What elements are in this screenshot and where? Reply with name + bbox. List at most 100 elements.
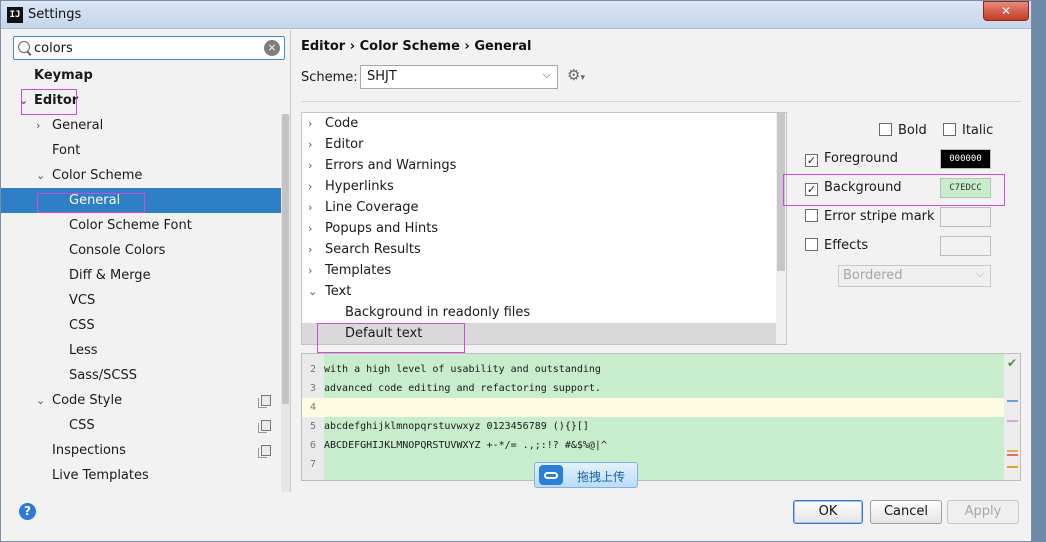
help-icon[interactable]: ? xyxy=(19,503,36,520)
line-number: 6 xyxy=(310,440,317,451)
attribute-item-editor[interactable]: › Editor xyxy=(302,134,786,155)
attribute-item-templates[interactable]: › Templates xyxy=(302,260,786,281)
chevron-right-icon[interactable]: › xyxy=(308,113,312,134)
attributes-scrollbar-thumb[interactable] xyxy=(777,113,785,271)
attribute-item-popups-and-hints[interactable]: › Popups and Hints xyxy=(302,218,786,239)
attribute-item-code[interactable]: › Code xyxy=(302,113,786,134)
attribute-label: Line Coverage xyxy=(325,200,419,215)
upload-label: 拖拽上传 xyxy=(577,470,626,484)
attributes-scrollbar[interactable] xyxy=(776,113,786,344)
search-input[interactable] xyxy=(34,39,259,57)
effect-type-dropdown[interactable]: Bordered ⌵ xyxy=(838,265,991,287)
foreground-option[interactable]: ✓ Foreground xyxy=(805,149,898,169)
effects-color-swatch[interactable] xyxy=(940,236,991,256)
scheme-dropdown[interactable]: SHJT ⌵ xyxy=(360,65,558,89)
sidebar-item-css[interactable]: CSS xyxy=(1,413,281,438)
separator xyxy=(301,101,1021,102)
error-stripe-checkbox[interactable] xyxy=(805,209,818,222)
chevron-down-icon[interactable]: ⌄ xyxy=(36,163,45,188)
sidebar-item-keymap[interactable]: Keymap xyxy=(1,63,281,88)
settings-sidebar: × Keymap ⌄ Editor › General Font ⌄ Color Scheme… xyxy=(1,30,291,492)
chevron-right-icon[interactable]: › xyxy=(308,197,312,218)
sidebar-item-label: Less xyxy=(69,343,98,358)
chevron-right-icon[interactable]: › xyxy=(308,176,312,197)
chevron-right-icon[interactable]: › xyxy=(308,260,312,281)
sidebar-item-label: Color Scheme Font xyxy=(69,218,192,233)
attribute-item-line-coverage[interactable]: › Line Coverage xyxy=(302,197,786,218)
sidebar-item-label: Font xyxy=(52,143,81,158)
sidebar-scrollbar-thumb[interactable] xyxy=(282,114,289,404)
sidebar-item-label: Color Scheme xyxy=(52,168,143,183)
foreground-color-swatch[interactable]: 000000 xyxy=(940,149,991,169)
sidebar-item-css[interactable]: CSS xyxy=(1,313,281,338)
apply-button[interactable]: Apply xyxy=(947,500,1019,524)
clear-search-icon[interactable]: × xyxy=(264,40,280,56)
project-scheme-icon xyxy=(258,395,271,408)
italic-option[interactable]: Italic xyxy=(943,121,993,141)
sidebar-item-general[interactable]: › General xyxy=(1,113,281,138)
sidebar-item-vcs[interactable]: VCS xyxy=(1,288,281,313)
sidebar-item-color-scheme[interactable]: ⌄ Color Scheme xyxy=(1,163,281,188)
window-title: Settings xyxy=(28,7,82,22)
error-stripe-color-swatch[interactable] xyxy=(940,207,991,227)
chevron-right-icon[interactable]: › xyxy=(308,218,312,239)
sidebar-item-code-style[interactable]: ⌄ Code Style xyxy=(1,388,281,413)
code-preview[interactable]: 2 with a high level of usability and outs… xyxy=(301,353,1021,481)
attribute-label: Text xyxy=(325,284,352,299)
attribute-item-hyperlinks[interactable]: › Hyperlinks xyxy=(302,176,786,197)
drag-upload-button[interactable]: 拖拽上传 xyxy=(534,462,638,488)
sidebar-item-sass-scss[interactable]: Sass/SCSS xyxy=(1,363,281,388)
chevron-right-icon[interactable]: › xyxy=(308,239,312,260)
chevron-right-icon[interactable]: › xyxy=(36,113,40,138)
sidebar-item-color-scheme-font[interactable]: Color Scheme Font xyxy=(1,213,281,238)
sidebar-item-general[interactable]: General xyxy=(1,188,281,213)
attributes-tree: › Code › Editor › Errors and Warnings › Hyperli… xyxy=(301,112,787,345)
scheme-label: Scheme: xyxy=(301,70,358,85)
attribute-label: Templates xyxy=(325,263,392,278)
error-stripe-option[interactable]: Error stripe mark xyxy=(805,207,935,227)
attribute-item-default-text[interactable]: Default text xyxy=(302,323,786,344)
settings-search[interactable]: × xyxy=(13,36,285,60)
background-checkbox[interactable]: ✓ xyxy=(805,183,818,196)
bold-option[interactable]: Bold xyxy=(879,121,927,141)
attribute-label: Errors and Warnings xyxy=(325,158,457,173)
scheme-value: SHJT xyxy=(367,69,397,84)
sidebar-scrollbar[interactable] xyxy=(281,114,290,492)
effects-option[interactable]: Effects xyxy=(805,236,868,256)
attribute-item-search-results[interactable]: › Search Results xyxy=(302,239,786,260)
background-color-swatch[interactable]: C7EDCC xyxy=(940,178,991,198)
sidebar-item-label: Live Templates xyxy=(52,468,149,483)
code-line: 6 ABCDEFGHIJKLMNOPQRSTUVWXYZ +-*/= .,;:!?… xyxy=(302,436,1006,455)
sidebar-item-less[interactable]: Less xyxy=(1,338,281,363)
chevron-down-icon[interactable]: ⌄ xyxy=(36,388,45,413)
effect-type-value: Bordered xyxy=(843,268,903,283)
bold-checkbox[interactable] xyxy=(879,123,892,136)
check-icon: ✔ xyxy=(1006,356,1017,370)
sidebar-item-font[interactable]: Font xyxy=(1,138,281,163)
attribute-item-background-in-readonly-files[interactable]: Background in readonly files xyxy=(302,302,786,323)
attribute-label: Hyperlinks xyxy=(325,179,394,194)
ok-button[interactable]: OK xyxy=(793,500,863,524)
stripe-mark xyxy=(1007,420,1018,422)
background-option[interactable]: ✓ Background xyxy=(805,178,902,198)
chevron-down-icon[interactable]: ⌄ xyxy=(19,88,28,113)
code-line: 3 advanced code editing and refactoring s… xyxy=(302,379,1006,398)
gear-icon[interactable]: ⚙▾ xyxy=(567,66,585,84)
code-text: advanced code editing and refactoring su… xyxy=(324,383,601,394)
attribute-item-errors-and-warnings[interactable]: › Errors and Warnings xyxy=(302,155,786,176)
attribute-item-text[interactable]: ⌄ Text xyxy=(302,281,786,302)
close-window-button[interactable]: ✕ xyxy=(983,1,1029,21)
sidebar-item-inspections[interactable]: Inspections xyxy=(1,438,281,463)
foreground-checkbox[interactable]: ✓ xyxy=(805,154,818,167)
italic-checkbox[interactable] xyxy=(943,123,956,136)
chevron-right-icon[interactable]: › xyxy=(308,134,312,155)
sidebar-item-editor[interactable]: ⌄ Editor xyxy=(1,88,281,113)
chevron-right-icon[interactable]: › xyxy=(308,155,312,176)
cancel-button[interactable]: Cancel xyxy=(870,500,942,524)
sidebar-item-live-templates[interactable]: Live Templates xyxy=(1,463,281,488)
sidebar-item-console-colors[interactable]: Console Colors xyxy=(1,238,281,263)
project-scheme-icon xyxy=(258,445,271,458)
chevron-down-icon[interactable]: ⌄ xyxy=(308,281,317,302)
effects-checkbox[interactable] xyxy=(805,238,818,251)
sidebar-item-diff-merge[interactable]: Diff & Merge xyxy=(1,263,281,288)
